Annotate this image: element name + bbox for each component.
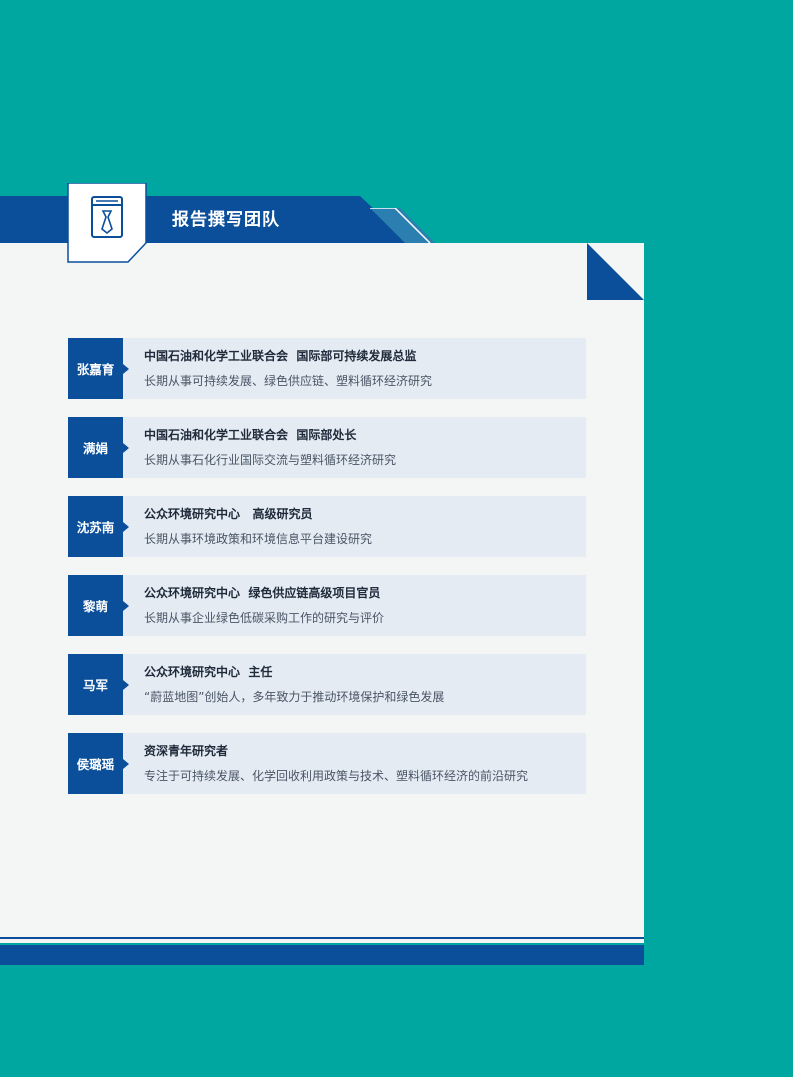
member-name: 沈苏南 (68, 496, 129, 557)
member-title: 中国石油和化学工业联合会 国际部可持续发展总监 (144, 349, 417, 363)
member-title: 公众环境研究中心 主任 (144, 665, 273, 679)
header-accent-stripes (370, 208, 435, 243)
list-item: 马军 公众环境研究中心 主任 “蔚蓝地图”创始人，多年致力于推动环境保护和绿色发… (68, 654, 586, 715)
member-title: 公众环境研究中心 绿色供应链高级项目官员 (144, 586, 381, 600)
member-description: 长期从事环境政策和环境信息平台建设研究 (144, 532, 373, 546)
section-title: 报告撰写团队 (172, 210, 280, 230)
member-description: 专注于可持续发展、化学回收利用政策与技术、塑料循环经济的前沿研究 (144, 769, 529, 783)
member-name: 侯璐瑶 (68, 733, 129, 794)
member-name: 满娟 (68, 417, 129, 478)
member-title: 中国石油和化学工业联合会 国际部处长 (144, 428, 357, 442)
book-icon (67, 183, 147, 263)
list-item: 黎萌 公众环境研究中心 绿色供应链高级项目官员 长期从事企业绿色低碳采购工作的研… (68, 575, 586, 636)
member-description: “蔚蓝地图”创始人，多年致力于推动环境保护和绿色发展 (144, 690, 445, 704)
list-item: 侯璐瑶 资深青年研究者 专注于可持续发展、化学回收利用政策与技术、塑料循环经济的… (68, 733, 586, 794)
member-title: 资深青年研究者 (144, 744, 229, 758)
list-item: 沈苏南 公众环境研究中心 高级研究员 长期从事环境政策和环境信息平台建设研究 (68, 496, 586, 557)
member-title: 公众环境研究中心 高级研究员 (144, 507, 313, 521)
member-description: 长期从事石化行业国际交流与塑料循环经济研究 (144, 453, 397, 467)
footer-divider (0, 937, 644, 939)
member-description: 长期从事企业绿色低碳采购工作的研究与评价 (144, 611, 385, 625)
team-list: 张嘉育 中国石油和化学工业联合会 国际部可持续发展总监 长期从事可持续发展、绿色… (68, 338, 586, 812)
member-name: 黎萌 (68, 575, 129, 636)
member-description: 长期从事可持续发展、绿色供应链、塑料循环经济研究 (144, 374, 433, 388)
list-item: 满娟 中国石油和化学工业联合会 国际部处长 长期从事石化行业国际交流与塑料循环经… (68, 417, 586, 478)
member-name: 马军 (68, 654, 129, 715)
list-item: 张嘉育 中国石油和化学工业联合会 国际部可持续发展总监 长期从事可持续发展、绿色… (68, 338, 586, 399)
member-name: 张嘉育 (68, 338, 129, 399)
footer-bar (0, 945, 644, 965)
